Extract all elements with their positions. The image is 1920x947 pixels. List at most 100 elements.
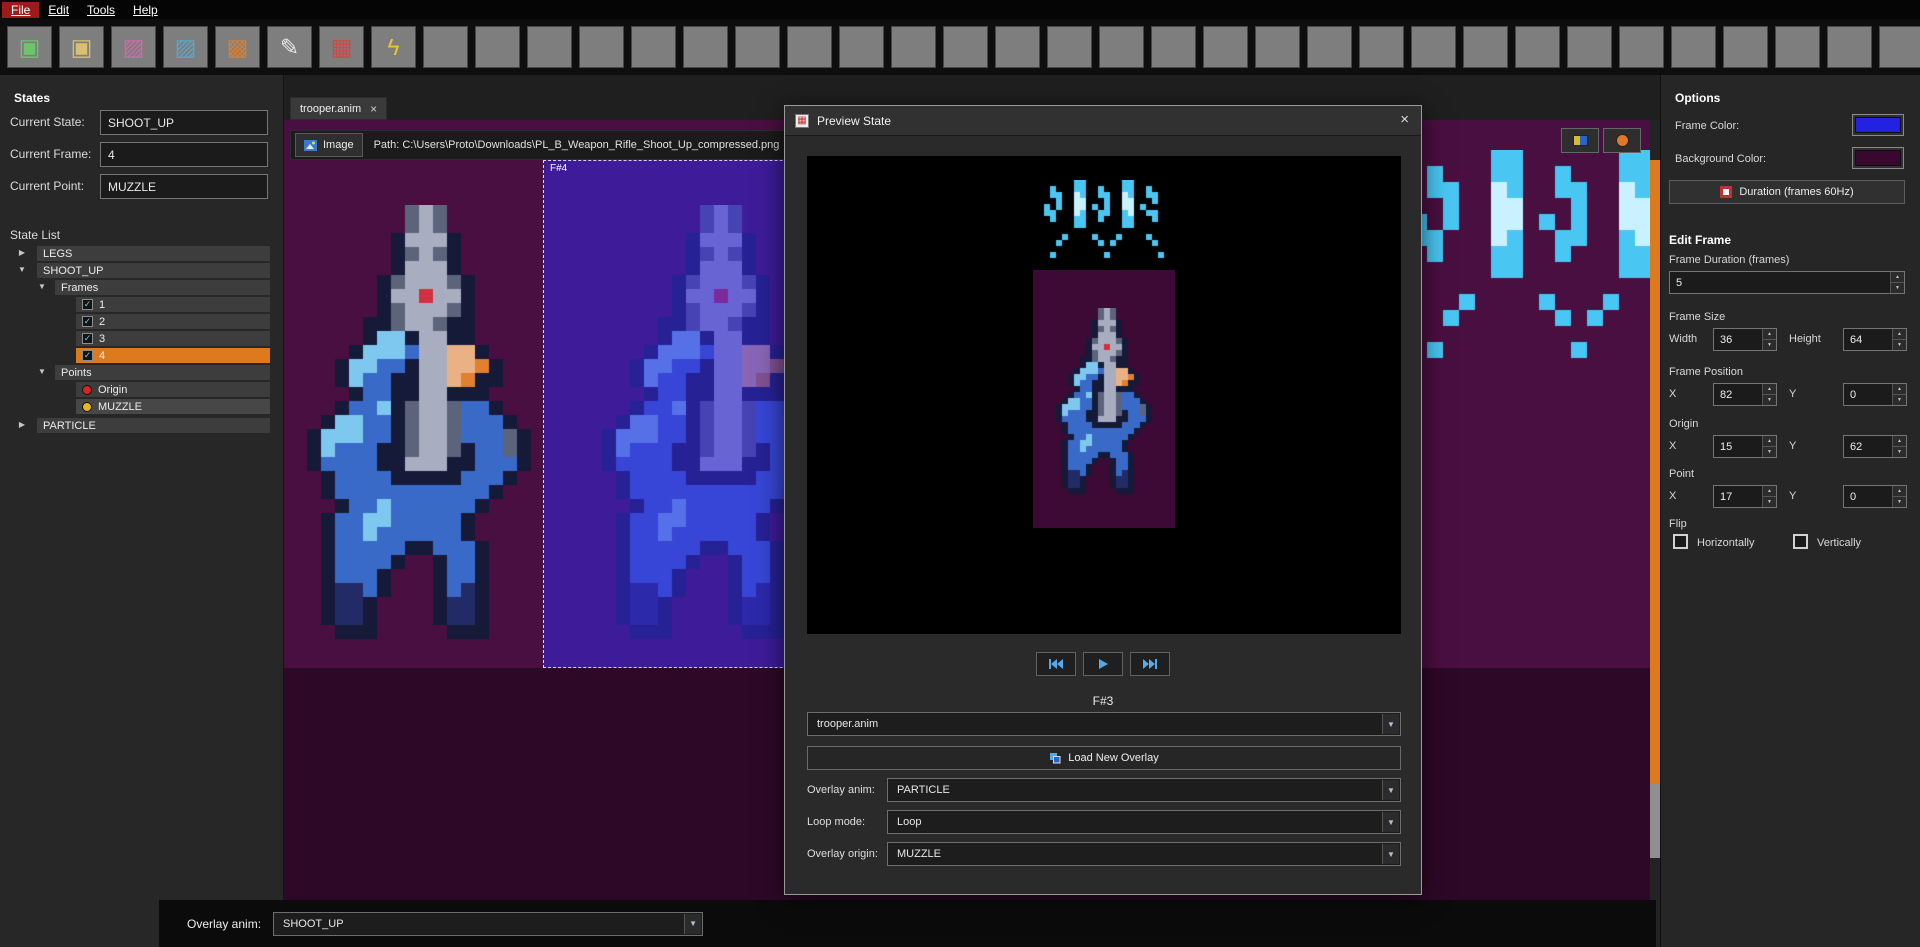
toolbar-empty-slot [1879, 26, 1920, 68]
height-stepper[interactable]: 64 ▲▼ [1843, 328, 1907, 351]
spin-up-icon[interactable]: ▲ [1893, 329, 1906, 340]
export-icon: ▩ [227, 36, 249, 59]
tab-trooper-anim[interactable]: trooper.anim × [290, 97, 387, 120]
spin-up-icon[interactable]: ▲ [1893, 384, 1906, 395]
frame-checkbox[interactable]: ✓ [82, 316, 93, 327]
menu-tools[interactable]: Tools [78, 2, 124, 18]
quick-action-button[interactable]: ϟ [371, 26, 416, 68]
spin-up-icon[interactable]: ▲ [1891, 272, 1904, 283]
skip-end-button[interactable] [1130, 652, 1170, 676]
menu-help[interactable]: Help [124, 2, 167, 18]
overlay-anim-dialog-select[interactable]: PARTICLE ▼ [887, 778, 1401, 802]
flip-horizontal-checkbox[interactable] [1673, 534, 1688, 549]
point-x-stepper[interactable]: 17 ▲▼ [1713, 485, 1777, 508]
menu-file[interactable]: File [2, 2, 39, 18]
toolbar-empty-slot [1515, 26, 1560, 68]
spin-down-icon[interactable]: ▼ [1893, 395, 1906, 405]
y-label: Y [1789, 388, 1796, 400]
image-button[interactable]: Image [295, 133, 363, 157]
tree-item-shoot-up[interactable]: ▼ SHOOT_UP [0, 263, 283, 278]
frame-checkbox[interactable]: ✓ [82, 299, 93, 310]
flip-vertical-checkbox[interactable] [1793, 534, 1808, 549]
overlay-origin-select[interactable]: MUZZLE ▼ [887, 842, 1401, 866]
spin-down-icon[interactable]: ▼ [1763, 340, 1776, 350]
edit-button[interactable]: ✎ [267, 26, 312, 68]
chevron-down-icon[interactable]: ▼ [36, 283, 48, 291]
tree-item-frame-1[interactable]: ✓ 1 [0, 297, 283, 312]
chevron-down-icon[interactable]: ▼ [16, 266, 28, 274]
spin-up-icon[interactable]: ▲ [1893, 436, 1906, 447]
frame-duration-stepper[interactable]: 5 ▲▼ [1669, 271, 1905, 294]
tree-item-label: Frames [61, 282, 98, 294]
skip-start-button[interactable] [1036, 652, 1076, 676]
tree-item-frames[interactable]: ▼ Frames [0, 280, 283, 295]
tree-item-particle[interactable]: ▶ PARTICLE [0, 418, 283, 433]
frame-checkbox[interactable]: ✓ [82, 333, 93, 344]
frame-checkbox[interactable]: ✓ [82, 350, 93, 361]
current-frame-input[interactable]: 4 [100, 142, 268, 167]
scrollbar-thumb[interactable] [1650, 160, 1660, 784]
frame-position-x-stepper[interactable]: 82 ▲▼ [1713, 383, 1777, 406]
tree-item-origin[interactable]: Origin [0, 382, 283, 397]
image-path: Path: C:\Users\Proto\Downloads\PL_B_Weap… [374, 139, 780, 151]
app-window: File Edit Tools Help ▣▣▨▨▩✎▦ϟ States Cur… [0, 0, 1920, 947]
origin-y-stepper[interactable]: 62 ▲▼ [1843, 435, 1907, 458]
particle-sprite [1395, 150, 1660, 374]
duration-button[interactable]: Duration (frames 60Hz) [1669, 180, 1905, 204]
close-tab-icon[interactable]: × [370, 102, 377, 116]
sprite-sheet-button[interactable]: ▦ [319, 26, 364, 68]
load-new-overlay-button[interactable]: Load New Overlay [807, 746, 1401, 770]
overlay-anim-select[interactable]: SHOOT_UP ▼ [273, 912, 703, 936]
save-button[interactable]: ▨ [111, 26, 156, 68]
tree-item-frame-2[interactable]: ✓ 2 [0, 314, 283, 329]
dialog-title-bar[interactable]: ▦ Preview State × [785, 106, 1421, 136]
spin-down-icon[interactable]: ▼ [1893, 340, 1906, 350]
new-file-button[interactable]: ▣ [7, 26, 52, 68]
chevron-right-icon[interactable]: ▶ [16, 249, 28, 257]
save-as-button[interactable]: ▨ [163, 26, 208, 68]
spin-up-icon[interactable]: ▲ [1763, 486, 1776, 497]
width-stepper[interactable]: 36 ▲▼ [1713, 328, 1777, 351]
preview-anim-select[interactable]: trooper.anim ▼ [807, 712, 1401, 736]
spin-up-icon[interactable]: ▲ [1763, 329, 1776, 340]
current-point-label: Current Point: [10, 179, 84, 193]
tree-item-frame-4-selected[interactable]: ✓ 4 [0, 348, 283, 363]
x-label: X [1669, 388, 1676, 400]
spin-down-icon[interactable]: ▼ [1763, 395, 1776, 405]
background-color-swatch[interactable] [1852, 147, 1904, 169]
spin-up-icon[interactable]: ▲ [1893, 486, 1906, 497]
tree-item-muzzle[interactable]: MUZZLE [0, 399, 283, 414]
spin-down-icon[interactable]: ▼ [1893, 447, 1906, 457]
menu-edit[interactable]: Edit [39, 2, 78, 18]
spin-up-icon[interactable]: ▲ [1763, 384, 1776, 395]
point-y-stepper[interactable]: 0 ▲▼ [1843, 485, 1907, 508]
scrollbar-thumb-secondary[interactable] [1650, 784, 1660, 858]
spin-down-icon[interactable]: ▼ [1763, 497, 1776, 507]
current-state-input[interactable]: SHOOT_UP [100, 110, 268, 135]
spin-up-icon[interactable]: ▲ [1763, 436, 1776, 447]
export-button[interactable]: ▩ [215, 26, 260, 68]
tree-item-legs[interactable]: ▶ LEGS [0, 246, 283, 261]
frame-position-y-stepper[interactable]: 0 ▲▼ [1843, 383, 1907, 406]
save-icon: ▨ [123, 36, 145, 59]
spin-down-icon[interactable]: ▼ [1893, 497, 1906, 507]
current-point-input[interactable]: MUZZLE [100, 174, 268, 199]
onion-skin-button[interactable] [1603, 128, 1641, 153]
play-button[interactable] [1083, 652, 1123, 676]
preview-sprite-box [1033, 270, 1175, 528]
image-toolbar: Image Path: C:\Users\Proto\Downloads\PL_… [290, 130, 804, 160]
open-file-button[interactable]: ▣ [59, 26, 104, 68]
spin-down-icon[interactable]: ▼ [1891, 283, 1904, 293]
tree-item-points[interactable]: ▼ Points [0, 365, 283, 380]
frame-color-swatch[interactable] [1852, 114, 1904, 136]
background-toggle-button[interactable] [1561, 128, 1599, 153]
tree-item-frame-3[interactable]: ✓ 3 [0, 331, 283, 346]
close-dialog-icon[interactable]: × [1400, 111, 1409, 128]
origin-x-stepper[interactable]: 15 ▲▼ [1713, 435, 1777, 458]
vertical-scrollbar[interactable] [1650, 120, 1660, 947]
loop-mode-select[interactable]: Loop ▼ [887, 810, 1401, 834]
chevron-right-icon[interactable]: ▶ [16, 421, 28, 429]
spin-down-icon[interactable]: ▼ [1763, 447, 1776, 457]
chevron-down-icon[interactable]: ▼ [36, 368, 48, 376]
width-label: Width [1669, 333, 1697, 345]
